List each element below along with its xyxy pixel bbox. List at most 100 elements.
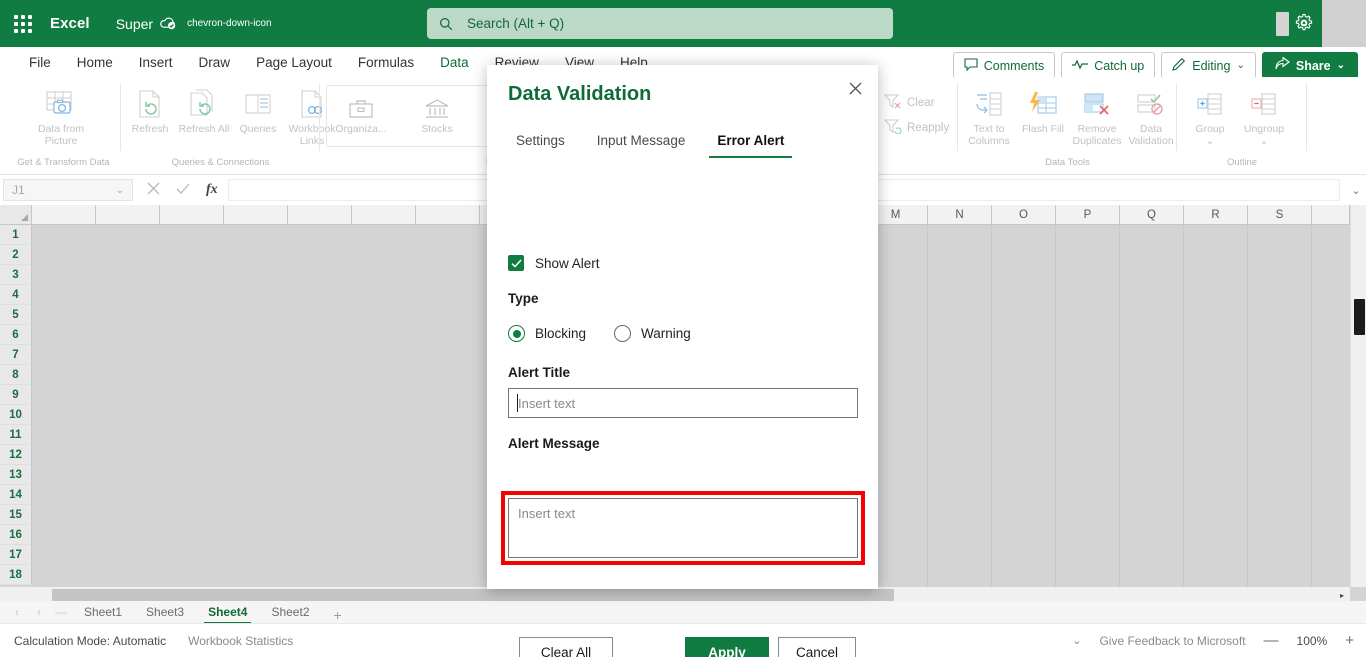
ribbon-tab-data[interactable]: Data <box>427 52 482 73</box>
ribbon-tab-file[interactable]: File <box>16 52 64 73</box>
show-alert-checkbox-row[interactable]: Show Alert <box>508 255 600 271</box>
column-header[interactable] <box>352 205 416 225</box>
column-header[interactable] <box>160 205 224 225</box>
clear-all-button[interactable]: Clear All <box>519 637 613 657</box>
column-header[interactable] <box>224 205 288 225</box>
sheet-tab-sheet4[interactable]: Sheet4 <box>196 603 259 625</box>
ungroup-button[interactable]: Ungroup ⌄ <box>1237 83 1291 147</box>
row-header[interactable]: 1 <box>0 225 32 245</box>
row-header[interactable]: 10 <box>0 405 32 425</box>
text-to-columns-button[interactable]: Text to Columns <box>962 83 1016 147</box>
add-sheet-button[interactable]: + <box>322 607 354 623</box>
row-header[interactable]: 14 <box>0 485 32 505</box>
stocks-button[interactable]: Stocks <box>410 91 464 135</box>
data-validation-button[interactable]: Data Validation <box>1124 83 1178 147</box>
column-header[interactable] <box>1312 205 1350 225</box>
give-feedback-button[interactable]: Give Feedback to Microsoft <box>1099 634 1245 648</box>
tab-settings[interactable]: Settings <box>508 127 581 158</box>
chevron-down-icon[interactable]: ⌄ <box>1072 634 1081 647</box>
column-header[interactable] <box>96 205 160 225</box>
vertical-scroll-thumb[interactable] <box>1354 299 1365 335</box>
remove-duplicates-button[interactable]: Remove Duplicates <box>1070 83 1124 147</box>
gear-icon[interactable] <box>1294 13 1314 33</box>
chevron-down-icon[interactable]: ⌄ <box>1205 135 1216 147</box>
alert-message-input[interactable] <box>508 498 858 558</box>
alert-title-input[interactable] <box>508 388 858 418</box>
ribbon-tab-formulas[interactable]: Formulas <box>345 52 427 73</box>
cancel-button[interactable]: Cancel <box>778 637 856 657</box>
sheet-nav-first[interactable]: ‹ <box>6 601 28 623</box>
column-header[interactable] <box>416 205 480 225</box>
organization-button[interactable]: Organiza... <box>334 91 388 135</box>
tab-error-alert[interactable]: Error Alert <box>701 127 800 158</box>
share-button[interactable]: Share ⌄ <box>1261 52 1358 79</box>
checkmark-icon[interactable] <box>508 255 524 271</box>
comments-button[interactable]: Comments <box>952 52 1056 79</box>
row-header[interactable]: 4 <box>0 285 32 305</box>
column-header-o[interactable]: O <box>992 205 1056 225</box>
cancel-x-icon[interactable] <box>147 182 160 198</box>
ribbon-tab-page-layout[interactable]: Page Layout <box>243 52 345 73</box>
column-header-p[interactable]: P <box>1056 205 1120 225</box>
row-header[interactable]: 11 <box>0 425 32 445</box>
row-header[interactable]: 13 <box>0 465 32 485</box>
row-header[interactable]: 12 <box>0 445 32 465</box>
name-box[interactable]: J1 ⌄ <box>3 179 133 201</box>
column-header-r[interactable]: R <box>1184 205 1248 225</box>
apply-button[interactable]: Apply <box>685 637 769 657</box>
ribbon-tab-home[interactable]: Home <box>64 52 126 73</box>
chevron-down-icon[interactable]: ⌄ <box>116 185 124 196</box>
row-header[interactable]: 9 <box>0 385 32 405</box>
row-header[interactable]: 6 <box>0 325 32 345</box>
chevron-down-icon[interactable]: ⌄ <box>1259 135 1270 147</box>
row-header[interactable]: 8 <box>0 365 32 385</box>
tab-input-message[interactable]: Input Message <box>581 127 702 158</box>
chevron-down-icon[interactable]: chevron-down-icon <box>187 18 272 29</box>
row-header[interactable]: 17 <box>0 545 32 565</box>
horizontal-scroll-thumb[interactable] <box>52 589 894 601</box>
account-placeholder[interactable] <box>1276 12 1289 36</box>
search-input[interactable] <box>465 15 881 32</box>
column-header[interactable] <box>288 205 352 225</box>
row-header[interactable]: 16 <box>0 525 32 545</box>
workbook-statistics-button[interactable]: Workbook Statistics <box>188 634 293 648</box>
sheet-tab-sheet2[interactable]: Sheet2 <box>259 603 321 623</box>
row-header[interactable]: 18 <box>0 565 32 585</box>
autosave-cloud-icon[interactable] <box>160 16 177 36</box>
insert-function-icon[interactable]: fx <box>206 182 218 198</box>
column-header-n[interactable]: N <box>928 205 992 225</box>
vertical-scrollbar[interactable] <box>1350 205 1366 587</box>
chevron-down-icon[interactable]: ⌄ <box>1346 184 1366 197</box>
refresh-all-button[interactable]: Refresh All <box>177 83 231 147</box>
clear-filter-button[interactable]: Clear <box>883 93 949 112</box>
ribbon-tab-insert[interactable]: Insert <box>126 52 186 73</box>
app-launcher-icon[interactable] <box>0 14 46 33</box>
confirm-check-icon[interactable] <box>176 182 190 198</box>
row-header[interactable]: 5 <box>0 305 32 325</box>
row-header[interactable]: 2 <box>0 245 32 265</box>
zoom-out-button[interactable]: — <box>1264 632 1279 649</box>
column-header-s[interactable]: S <box>1248 205 1312 225</box>
group-button[interactable]: Group ⌄ <box>1183 83 1237 147</box>
zoom-in-button[interactable]: + <box>1345 632 1354 649</box>
row-header[interactable]: 3 <box>0 265 32 285</box>
column-header-q[interactable]: Q <box>1120 205 1184 225</box>
data-from-picture-button[interactable]: Data from Picture <box>34 83 88 147</box>
radio-blocking[interactable]: Blocking <box>508 325 586 342</box>
row-header[interactable]: 15 <box>0 505 32 525</box>
sheet-list-icon[interactable]: — <box>50 601 72 623</box>
radio-warning[interactable]: Warning <box>614 325 691 342</box>
select-all-corner[interactable] <box>0 205 32 225</box>
search-box[interactable] <box>427 8 893 39</box>
column-header[interactable] <box>32 205 96 225</box>
queries-button[interactable]: Queries <box>231 83 285 147</box>
catch-up-button[interactable]: Catch up <box>1061 52 1156 79</box>
refresh-button[interactable]: Refresh <box>123 83 177 147</box>
row-header[interactable]: 7 <box>0 345 32 365</box>
sheet-tab-sheet3[interactable]: Sheet3 <box>134 603 196 623</box>
sheet-nav-prev[interactable]: ‹ <box>28 601 50 623</box>
editing-button[interactable]: Editing ⌄ <box>1161 52 1256 79</box>
sheet-tab-sheet1[interactable]: Sheet1 <box>72 603 134 623</box>
ribbon-tab-draw[interactable]: Draw <box>186 52 244 73</box>
close-icon[interactable] <box>842 75 868 101</box>
